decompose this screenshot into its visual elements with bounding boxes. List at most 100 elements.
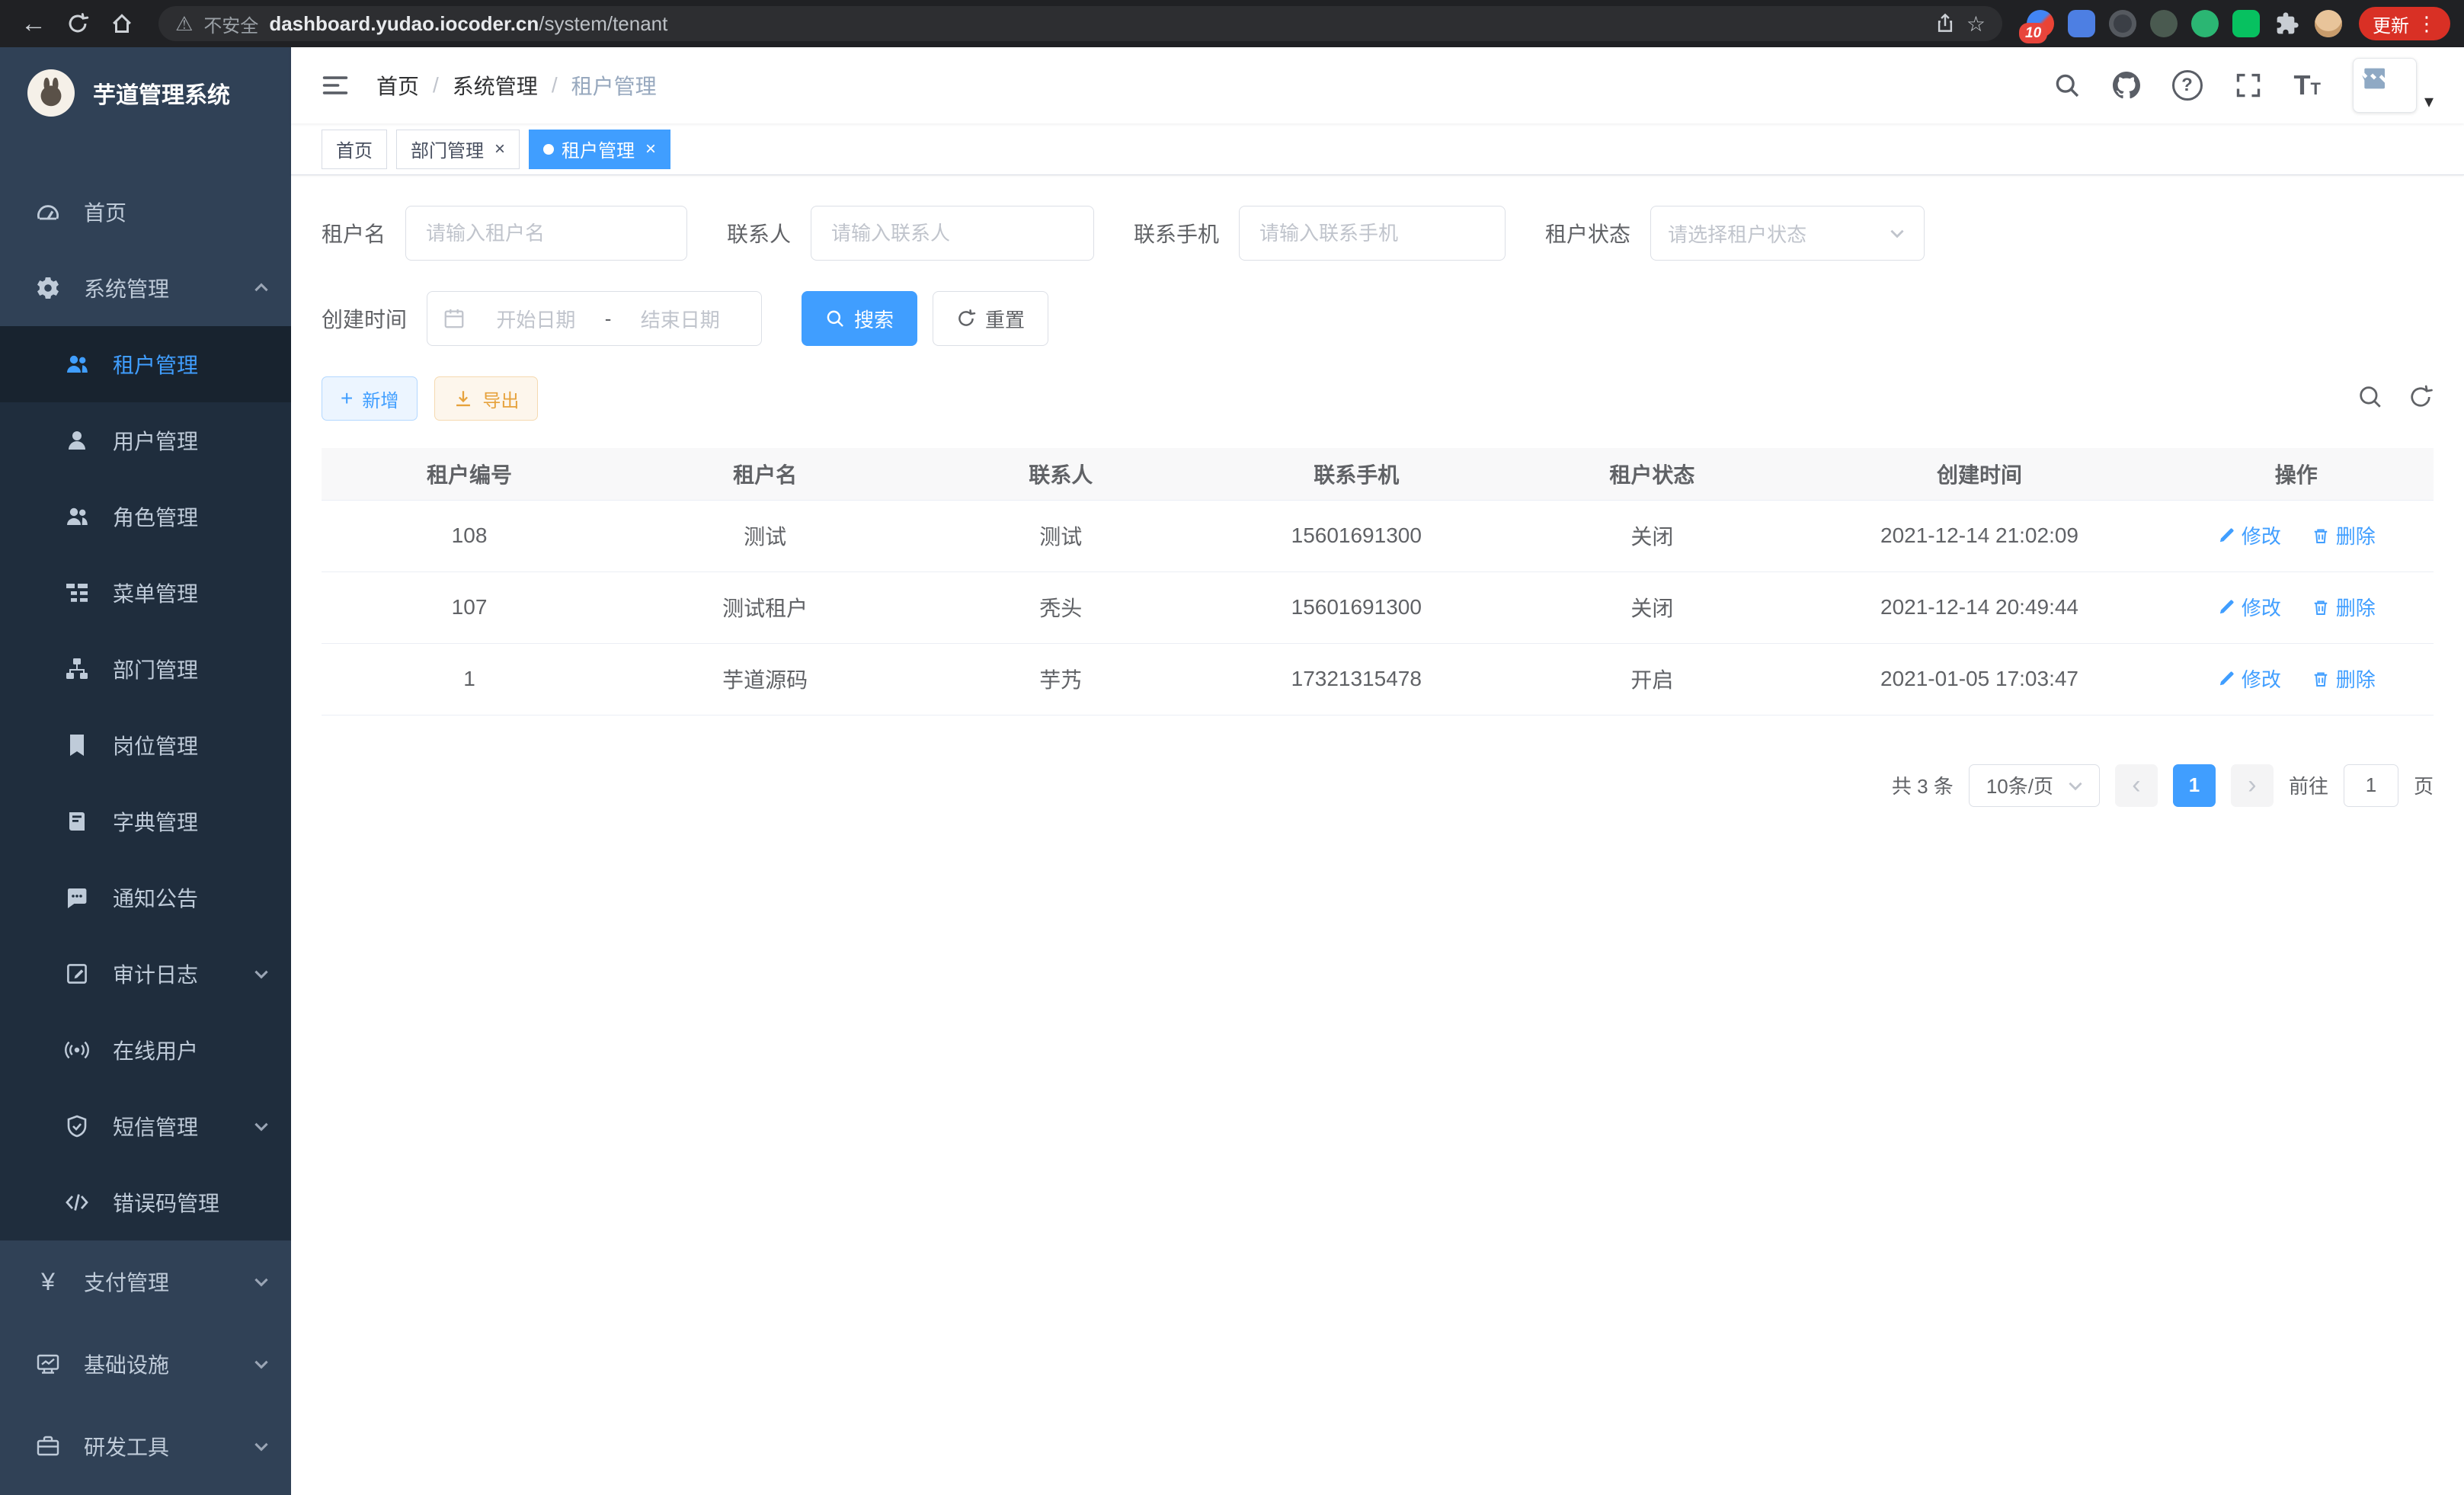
user-avatar[interactable]: ▾ bbox=[2353, 58, 2434, 113]
sidebar-item-label: 系统管理 bbox=[84, 273, 169, 303]
add-button[interactable]: + 新增 bbox=[322, 376, 418, 421]
page-size-select[interactable]: 10条/页 bbox=[1969, 764, 2100, 807]
sidebar-item-payment[interactable]: ¥ 支付管理 bbox=[0, 1240, 291, 1323]
avatar-image-placeholder bbox=[2353, 58, 2417, 113]
home-button[interactable] bbox=[102, 4, 142, 43]
share-icon[interactable] bbox=[1934, 13, 1956, 34]
sidebar-menu: 首页 系统管理 租户管理 bbox=[0, 139, 291, 1487]
column-header: 租户编号 bbox=[322, 448, 617, 500]
extension-icon-4[interactable] bbox=[2150, 10, 2178, 37]
sidebar-item-post[interactable]: 岗位管理 bbox=[0, 707, 291, 783]
close-icon[interactable]: × bbox=[494, 139, 505, 160]
security-label[interactable]: 不安全 bbox=[203, 11, 258, 37]
table-row: 1 芋道源码 芋艿 17321315478 开启 2021-01-05 17:0… bbox=[322, 643, 2434, 715]
toggle-search-icon[interactable] bbox=[2357, 384, 2383, 414]
sidebar-item-tenant[interactable]: 租户管理 bbox=[0, 326, 291, 402]
chevron-down-icon bbox=[2066, 776, 2085, 796]
prev-page-button[interactable]: ‹ bbox=[2115, 764, 2158, 807]
sidebar-item-label: 字典管理 bbox=[113, 806, 198, 837]
browser-profile-avatar[interactable] bbox=[2315, 10, 2342, 37]
export-button[interactable]: 导出 bbox=[434, 376, 538, 421]
sidebar-item-role[interactable]: 角色管理 bbox=[0, 479, 291, 555]
breadcrumb: 首页 / 系统管理 / 租户管理 bbox=[376, 70, 657, 101]
sidebar-item-user[interactable]: 用户管理 bbox=[0, 402, 291, 479]
sidebar-item-label: 研发工具 bbox=[84, 1431, 169, 1461]
extension-icon-6[interactable] bbox=[2232, 10, 2260, 37]
tab-dept[interactable]: 部门管理 × bbox=[396, 130, 520, 169]
delete-button[interactable]: 删除 bbox=[2312, 593, 2376, 621]
tab-home[interactable]: 首页 bbox=[322, 130, 387, 169]
sidebar-item-auditlog[interactable]: 审计日志 bbox=[0, 936, 291, 1012]
tenant-status-select[interactable]: 请选择租户状态 bbox=[1650, 206, 1925, 261]
tenant-name-input[interactable] bbox=[405, 206, 687, 261]
extension-icon-2[interactable] bbox=[2068, 10, 2095, 37]
breadcrumb-home[interactable]: 首页 bbox=[376, 70, 419, 101]
cell-contact: 芋艿 bbox=[913, 643, 1208, 715]
edit-label: 修改 bbox=[2242, 593, 2281, 621]
sidebar-item-label: 审计日志 bbox=[113, 959, 198, 989]
total-count: 共 3 条 bbox=[1892, 771, 1954, 799]
sidebar-item-home[interactable]: 首页 bbox=[0, 174, 291, 250]
app-logo[interactable]: 芋道管理系统 bbox=[0, 47, 291, 139]
shield-icon bbox=[64, 1113, 90, 1139]
extension-icon-1[interactable]: 10 bbox=[2027, 10, 2054, 37]
chevron-down-icon bbox=[251, 964, 271, 984]
sidebar-item-dept[interactable]: 部门管理 bbox=[0, 631, 291, 707]
sidebar-item-label: 错误码管理 bbox=[113, 1187, 219, 1218]
search-button[interactable]: 搜索 bbox=[802, 291, 917, 346]
sidebar-item-dict[interactable]: 字典管理 bbox=[0, 783, 291, 860]
table-row: 108 测试 测试 15601691300 关闭 2021-12-14 21:0… bbox=[322, 500, 2434, 571]
end-date-placeholder: 结束日期 bbox=[614, 305, 746, 333]
goto-page-input[interactable] bbox=[2344, 764, 2398, 807]
cell-ops: 修改 删除 bbox=[2159, 571, 2434, 643]
reset-button[interactable]: 重置 bbox=[933, 291, 1048, 346]
breadcrumb-system[interactable]: 系统管理 bbox=[453, 70, 538, 101]
create-time-range-picker[interactable]: 开始日期 - 结束日期 bbox=[427, 291, 762, 346]
sidebar-item-notice[interactable]: 通知公告 bbox=[0, 860, 291, 936]
font-size-icon[interactable]: TT bbox=[2294, 69, 2321, 101]
cell-id: 108 bbox=[322, 500, 617, 571]
extension-icon-3[interactable] bbox=[2109, 10, 2136, 37]
plus-icon: + bbox=[341, 388, 353, 409]
cell-id: 107 bbox=[322, 571, 617, 643]
help-icon[interactable]: ? bbox=[2172, 70, 2203, 101]
fullscreen-icon[interactable] bbox=[2235, 72, 2262, 99]
edit-button[interactable]: 修改 bbox=[2217, 521, 2281, 549]
delete-label: 删除 bbox=[2336, 593, 2376, 621]
address-bar[interactable]: ⚠ 不安全 dashboard.yudao.iocoder.cn/system/… bbox=[158, 6, 2002, 41]
delete-button[interactable]: 删除 bbox=[2312, 664, 2376, 693]
header-search-icon[interactable] bbox=[2053, 72, 2081, 99]
bookmark-star-icon[interactable]: ☆ bbox=[1966, 11, 1986, 37]
current-page-button[interactable]: 1 bbox=[2173, 764, 2216, 807]
cell-id: 1 bbox=[322, 643, 617, 715]
chevron-down-icon bbox=[251, 1272, 271, 1292]
cell-name: 芋道源码 bbox=[617, 643, 913, 715]
hamburger-icon[interactable] bbox=[322, 70, 352, 101]
next-page-button[interactable]: › bbox=[2231, 764, 2274, 807]
delete-button[interactable]: 删除 bbox=[2312, 521, 2376, 549]
sidebar-item-errorcode[interactable]: 错误码管理 bbox=[0, 1164, 291, 1240]
update-button[interactable]: 更新 ⋮ bbox=[2359, 7, 2450, 40]
sidebar-item-devtools[interactable]: 研发工具 bbox=[0, 1405, 291, 1487]
update-label: 更新 bbox=[2373, 11, 2409, 37]
edit-button[interactable]: 修改 bbox=[2217, 593, 2281, 621]
sidebar-item-sms[interactable]: 短信管理 bbox=[0, 1088, 291, 1164]
extension-icon-5[interactable] bbox=[2191, 10, 2219, 37]
cell-phone: 15601691300 bbox=[1208, 571, 1504, 643]
github-icon[interactable] bbox=[2113, 72, 2140, 99]
phone-input[interactable] bbox=[1239, 206, 1506, 261]
back-button[interactable]: ← bbox=[14, 4, 53, 43]
close-icon[interactable]: × bbox=[645, 139, 656, 160]
book-icon bbox=[64, 808, 90, 834]
contact-input[interactable] bbox=[811, 206, 1094, 261]
logo-avatar-icon bbox=[27, 69, 75, 117]
tab-tenant[interactable]: 租户管理 × bbox=[529, 130, 670, 169]
extensions-puzzle-icon[interactable] bbox=[2274, 10, 2301, 37]
sidebar-item-online[interactable]: 在线用户 bbox=[0, 1012, 291, 1088]
sidebar-item-system[interactable]: 系统管理 bbox=[0, 250, 291, 326]
edit-button[interactable]: 修改 bbox=[2217, 664, 2281, 693]
sidebar-item-infrastructure[interactable]: 基础设施 bbox=[0, 1323, 291, 1405]
reload-button[interactable] bbox=[58, 4, 98, 43]
refresh-icon[interactable] bbox=[2408, 384, 2434, 414]
sidebar-item-menu[interactable]: 菜单管理 bbox=[0, 555, 291, 631]
